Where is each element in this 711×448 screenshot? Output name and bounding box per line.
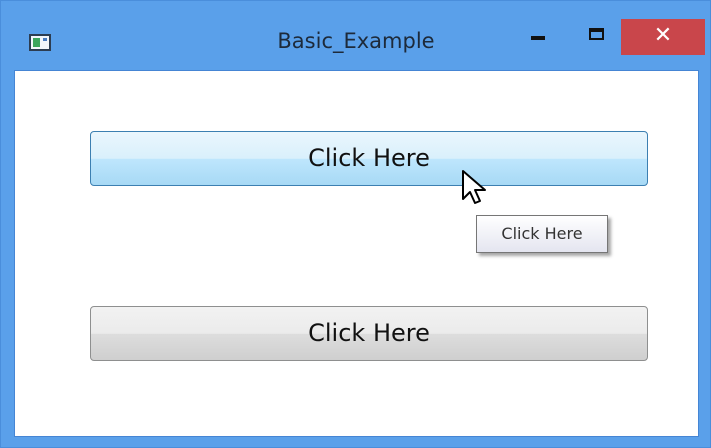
mouse-cursor-icon — [462, 170, 486, 204]
tooltip: Click Here — [476, 215, 608, 253]
minimize-button[interactable] — [513, 19, 563, 55]
window-title: Basic_Example — [277, 29, 435, 53]
app-icon-right-panel — [43, 38, 47, 41]
client-area: Click Here Click Here Click Here — [14, 70, 699, 437]
close-icon: ✕ — [653, 23, 673, 48]
window-app-icon[interactable] — [29, 34, 51, 51]
title-bar[interactable]: Basic_Example ✕ — [1, 1, 710, 70]
click-here-button-top[interactable]: Click Here — [90, 131, 648, 186]
app-window: Basic_Example ✕ Click Here Click Here Cl… — [0, 0, 711, 448]
maximize-button[interactable] — [573, 19, 621, 55]
app-icon-left-panel — [33, 38, 40, 47]
click-here-button-bottom[interactable]: Click Here — [90, 306, 648, 361]
close-button[interactable]: ✕ — [621, 19, 705, 55]
minimize-icon — [531, 36, 545, 40]
maximize-icon — [589, 28, 604, 40]
